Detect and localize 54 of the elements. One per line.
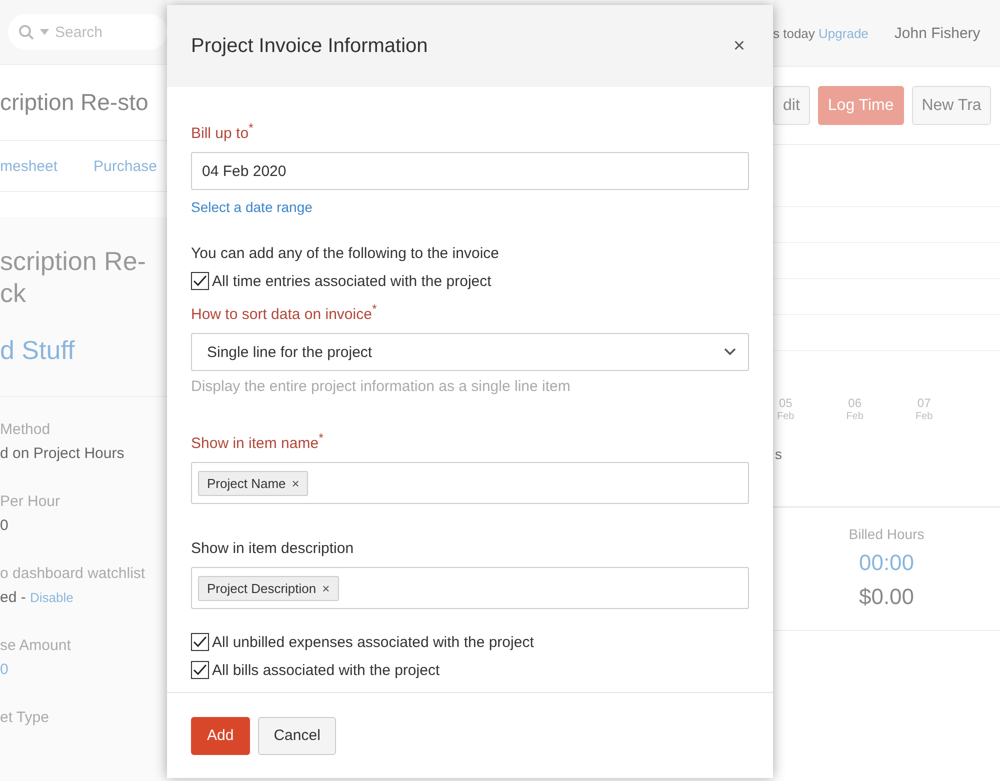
dialog-title: Project Invoice Information <box>191 34 428 58</box>
search-icon <box>18 24 34 40</box>
action-button[interactable]: New Tra <box>912 86 992 125</box>
field-label: Per Hour <box>0 493 62 512</box>
billed-hours-value: 00:00 <box>858 550 914 576</box>
tag-field[interactable]: Project Name × <box>191 462 749 504</box>
checkbox-label: All bills associated with the project <box>212 662 440 678</box>
cancel-button[interactable]: Cancel <box>258 716 336 754</box>
field-label: et Type <box>0 709 50 728</box>
billed-hours-label: Billed Hours <box>848 526 924 542</box>
remove-icon[interactable]: × <box>322 580 330 596</box>
tab[interactable]: mesheet <box>0 158 58 175</box>
field-label: Show in item description <box>191 540 355 557</box>
caret-icon <box>40 29 49 36</box>
date-field[interactable]: 04 Feb 2020 <box>191 152 749 190</box>
legend-text: s <box>775 446 783 464</box>
user-name[interactable]: John Fishery <box>894 24 980 42</box>
tab[interactable]: Purchase <box>94 158 157 175</box>
field-value: 0 <box>0 517 8 534</box>
chevron-down-icon <box>724 348 736 356</box>
field-label: o dashboard watchlist <box>0 565 146 584</box>
checkbox[interactable] <box>191 633 209 651</box>
tag-field[interactable]: Project Description × <box>191 567 749 609</box>
project-title: ck <box>0 277 27 309</box>
axis-label: 06 Feb <box>846 396 864 424</box>
hint-text: Display the entire project information as a single line item <box>191 378 572 395</box>
remove-icon[interactable]: × <box>292 476 300 490</box>
field-label: How to sort data on invoice$^{*}$ <box>191 302 378 323</box>
billed-amount: $0.00 <box>858 584 914 610</box>
tag[interactable]: Project Name × <box>198 470 308 496</box>
page-title: cription Re-sto <box>0 89 148 116</box>
customer-name: d Stuff <box>0 335 76 366</box>
tag[interactable]: Project Description × <box>198 576 339 600</box>
checkbox-label: All unbilled expenses associated with the project <box>212 634 534 650</box>
field-value: ed - <box>0 589 27 606</box>
axis-label: 07 Feb <box>915 396 933 424</box>
close-button[interactable]: × <box>729 34 749 58</box>
checkbox[interactable] <box>191 661 209 679</box>
checkbox[interactable] <box>191 272 209 290</box>
project-title: scription Re- <box>0 245 147 277</box>
field-label: Show in item name$^{*}$ <box>191 431 324 452</box>
checkbox-label: All time entries associated with the project <box>212 272 492 290</box>
date-range-link[interactable]: Select a date range <box>191 199 749 215</box>
trial-text: s today Upgrade <box>773 26 868 40</box>
intro-text: You can add any of the following to the invoice <box>191 245 500 262</box>
field-value: d on Project Hours <box>0 445 124 462</box>
search-placeholder: Search <box>55 24 103 41</box>
sort-select[interactable]: Single line for the project <box>191 333 749 371</box>
add-button[interactable]: Add <box>191 716 250 754</box>
field-label: Bill up to$^{*}$ <box>191 121 254 142</box>
axis-label: 05 Feb <box>777 396 794 424</box>
field-label: se Amount <box>0 637 72 656</box>
field-label: Method <box>0 421 52 440</box>
action-button[interactable]: dit <box>773 86 810 125</box>
